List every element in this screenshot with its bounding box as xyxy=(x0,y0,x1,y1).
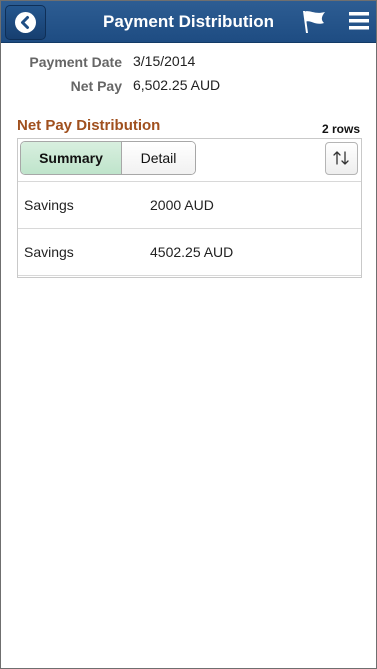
sort-button[interactable] xyxy=(325,142,358,175)
view-toggle: Summary Detail xyxy=(20,141,196,175)
distribution-amount: 4502.25 AUD xyxy=(150,244,234,260)
sort-icon xyxy=(333,151,349,165)
payment-date-value: 3/15/2014 xyxy=(133,53,196,69)
net-pay-value: 6,502.25 AUD xyxy=(133,77,221,93)
row-count: 2 rows xyxy=(321,122,360,136)
app-frame: Payment Distribution Payment Date 3/15/2… xyxy=(0,0,377,669)
hamburger-menu-icon[interactable] xyxy=(349,11,369,31)
table-row[interactable]: Savings 4502.25 AUD xyxy=(18,229,361,276)
table-row[interactable]: Savings 2000 AUD xyxy=(18,182,361,229)
distribution-grid: Summary Detail Savings 2000 AUD Savings … xyxy=(17,138,362,278)
section-title: Net Pay Distribution xyxy=(17,117,161,134)
flag-icon[interactable] xyxy=(300,9,327,34)
tab-summary[interactable]: Summary xyxy=(21,142,122,174)
tab-detail[interactable]: Detail xyxy=(122,142,195,174)
distribution-type: Savings xyxy=(24,244,74,260)
payment-date-label: Payment Date xyxy=(29,54,122,70)
page-title: Payment Distribution xyxy=(103,12,274,31)
header-bar: Payment Distribution xyxy=(1,1,376,43)
distribution-type: Savings xyxy=(24,197,74,213)
chevron-left-icon xyxy=(15,12,36,33)
net-pay-label: Net Pay xyxy=(70,78,122,94)
back-button[interactable] xyxy=(5,5,46,40)
distribution-amount: 2000 AUD xyxy=(150,197,214,213)
grid-toolbar: Summary Detail xyxy=(18,139,361,182)
